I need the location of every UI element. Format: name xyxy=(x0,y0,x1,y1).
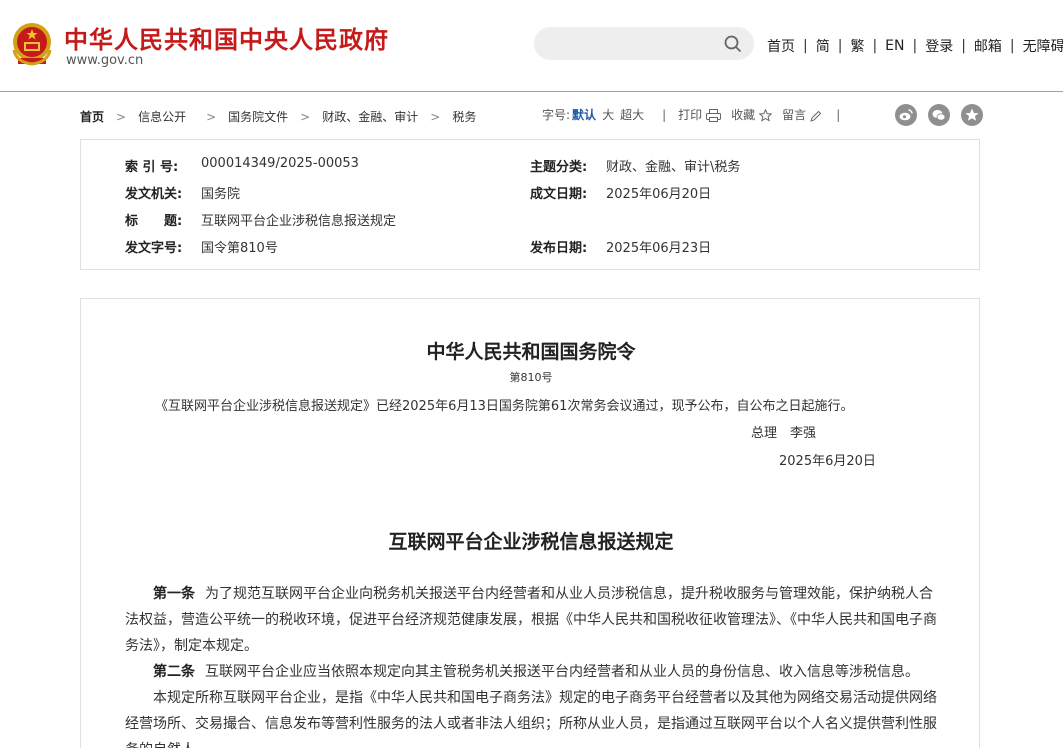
breadcrumb-tax[interactable]: 税务 xyxy=(452,108,476,125)
meta-topic-value: 财政、金融、审计\税务 xyxy=(606,160,741,175)
nav-home[interactable]: 首页 xyxy=(767,36,795,56)
sign-date: 2025年6月20日 xyxy=(779,454,876,469)
meta-date-written-value: 2025年06月20日 xyxy=(606,187,712,202)
nav-traditional[interactable]: 繁 xyxy=(850,36,864,56)
favorite-button[interactable]: 收藏 xyxy=(731,106,773,123)
nav-separator: | xyxy=(837,38,843,54)
meta-row-title: 标 题: 互联网平台企业涉税信息报送规定 xyxy=(125,210,396,229)
nav-separator: | xyxy=(1009,38,1015,54)
order-number: 第810号 xyxy=(509,371,553,384)
nav-separator: | xyxy=(803,38,808,54)
nav-english[interactable]: EN xyxy=(885,38,904,54)
star-icon xyxy=(758,108,773,122)
article-2-paragraph-2: 本规定所称互联网平台企业，是指《中华人民共和国电子商务法》规定的电子商务平台经营… xyxy=(125,690,937,748)
regulation-title: 互联网平台企业涉税信息报送规定 xyxy=(388,531,674,553)
breadcrumb-state-council-docs[interactable]: 国务院文件 xyxy=(228,108,288,125)
breadcrumb-bar: 首页 > 信息公开 > 国务院文件 > 财政、金融、审计 > 税务 字号: 默认… xyxy=(80,104,983,128)
font-size-large[interactable]: 大 xyxy=(602,106,614,123)
meta-doc-no-value: 国令第810号 xyxy=(201,241,278,256)
weibo-icon[interactable] xyxy=(895,104,917,126)
nav-mail[interactable]: 邮箱 xyxy=(974,36,1002,56)
font-size-xlarge[interactable]: 超大 xyxy=(620,106,644,123)
meta-topic-label: 主题分类: xyxy=(530,160,588,175)
tools-divider: | xyxy=(662,107,667,122)
print-label: 打印 xyxy=(678,108,703,122)
search-icon[interactable] xyxy=(724,35,742,53)
comment-label: 留言 xyxy=(782,108,807,122)
top-nav: 首页 | 简 | 繁 | EN | 登录 | 邮箱 | 无障碍 xyxy=(767,36,1063,56)
favorite-star-icon[interactable] xyxy=(961,104,983,126)
order-text: 《互联网平台企业涉税信息报送规定》已经2025年6月13日国务院第61次常务会议… xyxy=(155,399,854,414)
font-size-label: 字号: xyxy=(542,108,571,122)
meta-row-topic: 主题分类: 财政、金融、审计\税务 xyxy=(530,156,740,175)
chevron-right-icon: > xyxy=(206,109,217,124)
signatory: 总理 李强 xyxy=(751,426,817,441)
share-buttons xyxy=(895,104,983,126)
search-input[interactable] xyxy=(548,33,718,54)
nav-accessibility[interactable]: 无障碍 xyxy=(1023,36,1063,56)
tools-divider: | xyxy=(836,107,841,122)
breadcrumb: 首页 > 信息公开 > 国务院文件 > 财政、金融、审计 > 税务 xyxy=(80,108,476,125)
article-2: 第二条 互联网平台企业应当依照本规定向其主管税务机关报送平台内经营者和从业人员的身… xyxy=(125,659,945,685)
meta-row-index: 索 引 号: 000014349/2025-00053 xyxy=(125,156,359,175)
site-url[interactable]: www.gov.cn xyxy=(66,53,143,68)
font-size-default[interactable]: 默认 xyxy=(572,106,596,123)
chevron-right-icon: > xyxy=(300,109,311,124)
page-tools: 字号: 默认 大 超大 | 打印 收藏 留言 | xyxy=(542,106,852,123)
meta-row-date-written: 成文日期: 2025年06月20日 xyxy=(530,183,711,202)
meta-index-value: 000014349/2025-00053 xyxy=(201,156,359,171)
nav-separator: | xyxy=(912,38,918,54)
order-title: 中华人民共和国国务院令 xyxy=(426,341,636,363)
article-2-label: 第二条 xyxy=(153,664,195,680)
meta-title-value: 互联网平台企业涉税信息报送规定 xyxy=(201,214,397,229)
document-body: 中华人民共和国国务院令 第810号 《互联网平台企业涉税信息报送规定》已经202… xyxy=(80,298,980,748)
chevron-right-icon: > xyxy=(430,109,441,124)
meta-row-issuer: 发文机关: 国务院 xyxy=(125,183,240,202)
printer-icon xyxy=(706,109,722,122)
meta-doc-no-label: 发文字号: xyxy=(125,241,183,256)
breadcrumb-info-public[interactable]: 信息公开 xyxy=(138,108,186,125)
article-1-text: 为了规范互联网平台企业向税务机关报送平台内经营者和从业人员涉税信息，提升税收服务… xyxy=(125,586,937,654)
chevron-right-icon: > xyxy=(116,109,127,124)
comment-button[interactable]: 留言 xyxy=(782,106,822,123)
meta-publish-value: 2025年06月23日 xyxy=(606,241,712,256)
meta-row-publish: 发布日期: 2025年06月23日 xyxy=(530,237,711,256)
print-button[interactable]: 打印 xyxy=(678,106,722,123)
article-2-text: 互联网平台企业应当依照本规定向其主管税务机关报送平台内经营者和从业人员的身份信息… xyxy=(205,664,919,680)
meta-date-written-label: 成文日期: xyxy=(530,187,588,202)
nav-simplified[interactable]: 简 xyxy=(816,36,830,56)
article-1: 第一条 为了规范互联网平台企业向税务机关报送平台内经营者和从业人员涉税信息，提升税… xyxy=(125,581,945,659)
search-box xyxy=(534,27,754,60)
favorite-label: 收藏 xyxy=(731,108,756,122)
meta-issuer-label: 发文机关: xyxy=(125,187,183,202)
wechat-icon[interactable] xyxy=(928,104,950,126)
article-1-label: 第一条 xyxy=(153,586,195,602)
meta-row-doc-no: 发文字号: 国令第810号 xyxy=(125,237,278,256)
meta-index-label: 索 引 号: xyxy=(125,160,179,175)
meta-publish-label: 发布日期: xyxy=(530,241,588,256)
pencil-icon xyxy=(810,110,822,122)
meta-title-label: 标 题: xyxy=(125,214,183,229)
document-meta: 索 引 号: 000014349/2025-00053 主题分类: 财政、金融、… xyxy=(80,139,980,270)
breadcrumb-finance[interactable]: 财政、金融、审计 xyxy=(322,108,418,125)
nav-separator: | xyxy=(872,38,878,54)
site-header: 中华人民共和国中央人民政府 www.gov.cn 首页 | 简 | 繁 | EN | 登… xyxy=(0,0,1063,92)
site-title[interactable]: 中华人民共和国中央人民政府 xyxy=(64,20,389,55)
breadcrumb-home[interactable]: 首页 xyxy=(80,108,104,125)
national-emblem-icon[interactable] xyxy=(10,20,54,68)
nav-separator: | xyxy=(961,38,966,54)
nav-login[interactable]: 登录 xyxy=(925,36,953,56)
meta-issuer-value: 国务院 xyxy=(201,187,241,202)
